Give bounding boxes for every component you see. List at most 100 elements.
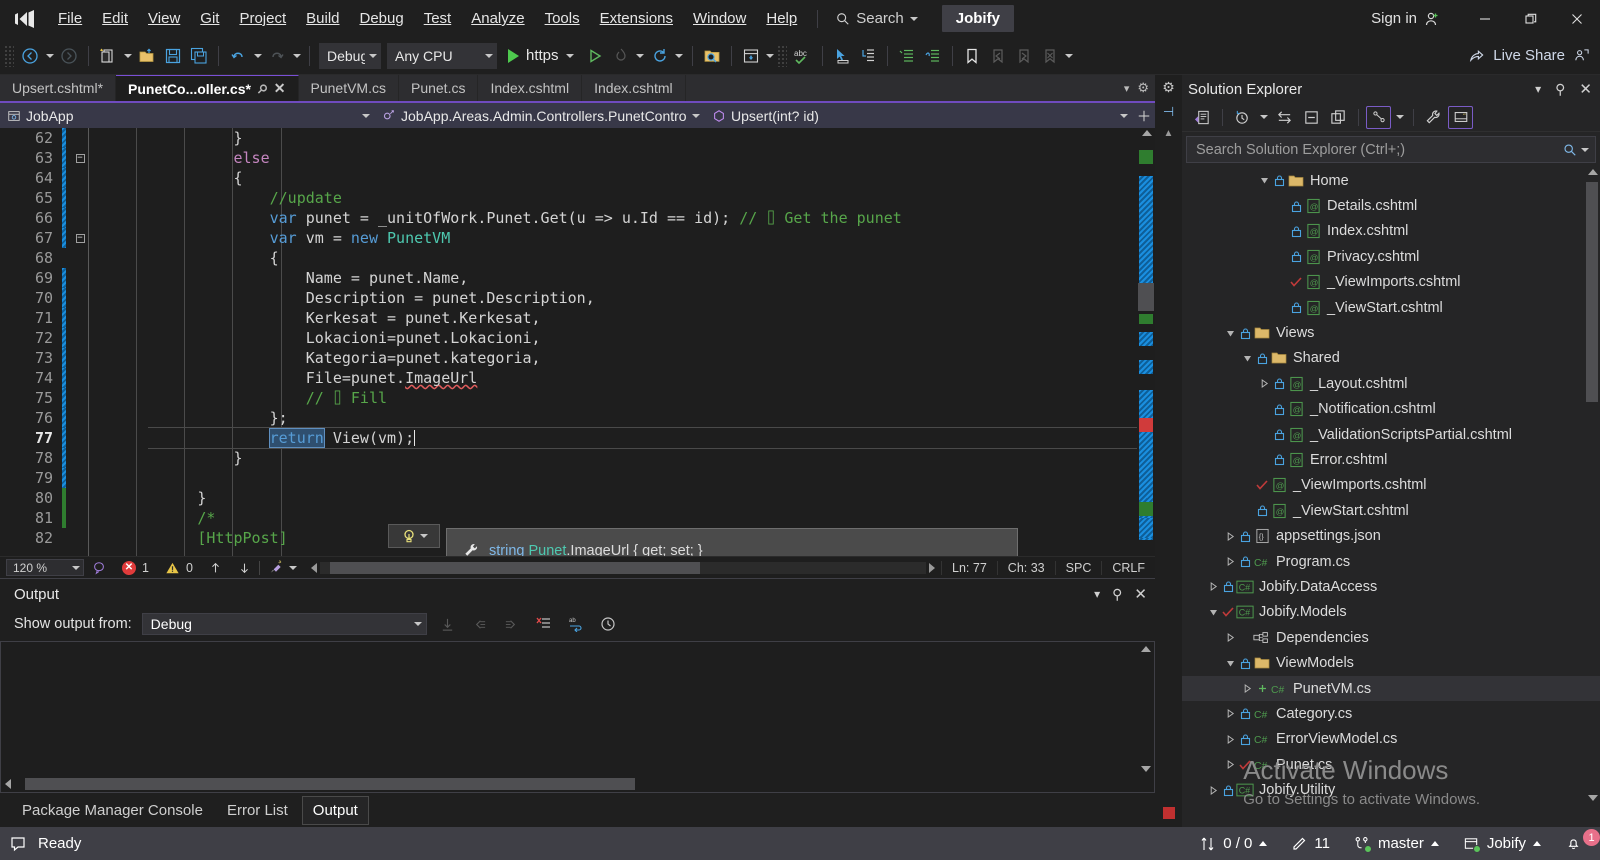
code-line[interactable]: 81 /* bbox=[0, 508, 1137, 528]
tree-item-program-cs[interactable]: C# Program.cs bbox=[1182, 549, 1600, 574]
undo-button[interactable] bbox=[225, 42, 251, 70]
code-line[interactable]: 72 Lokacioni=punet.Lokacioni, bbox=[0, 328, 1137, 348]
chevron-expanded-icon[interactable] bbox=[1205, 608, 1221, 617]
restart-dropdown[interactable] bbox=[673, 42, 686, 70]
solution-name-chip[interactable]: Jobify bbox=[941, 5, 1014, 32]
code-line[interactable]: 74 File=punet.ImageUrl bbox=[0, 368, 1137, 388]
menu-debug[interactable]: Debug bbox=[350, 5, 414, 32]
scroll-left-arrow[interactable] bbox=[310, 562, 317, 573]
go-to-next-message-button[interactable] bbox=[501, 613, 523, 635]
output-window-dropdown-icon[interactable]: ▾ bbox=[1094, 587, 1100, 601]
scroll-up-arrow[interactable] bbox=[1142, 130, 1152, 136]
window-layout-dropdown[interactable] bbox=[764, 42, 777, 70]
tree-item-jobify-models[interactable]: C# Jobify.Models bbox=[1182, 600, 1600, 625]
tree-scroll-thumb[interactable] bbox=[1586, 182, 1598, 402]
toolbar-grip-2[interactable] bbox=[776, 44, 787, 67]
tree-item-shared[interactable]: Shared bbox=[1182, 346, 1600, 371]
notifications-button[interactable]: 1 bbox=[1553, 827, 1600, 860]
fold-toggle[interactable]: − bbox=[71, 233, 89, 243]
tree-item-error-cshtml[interactable]: @ Error.cshtml bbox=[1182, 447, 1600, 472]
menu-git[interactable]: Git bbox=[190, 5, 229, 32]
tree-item-punet-cs[interactable]: C# Punet.cs bbox=[1182, 752, 1600, 777]
tree-item-jobify-dataaccess[interactable]: C# Jobify.DataAccess bbox=[1182, 574, 1600, 599]
output-content-area[interactable] bbox=[0, 641, 1155, 793]
tree-item-notification-cshtml[interactable]: @ _Notification.cshtml bbox=[1182, 397, 1600, 422]
sign-in-button[interactable]: Sign in bbox=[1361, 6, 1450, 31]
solution-explorer-tree[interactable]: Home @ Details.cshtml @ Index.cshtml @ Privacy… bbox=[1182, 166, 1600, 827]
chevron-collapsed-icon[interactable] bbox=[1222, 531, 1238, 541]
eol-indicator[interactable]: CRLF bbox=[1101, 560, 1155, 575]
output-hscroll-thumb[interactable] bbox=[25, 778, 635, 790]
toolbar-overflow[interactable] bbox=[1063, 42, 1076, 70]
tab-punet-cs[interactable]: Punet.cs bbox=[398, 75, 479, 101]
tab-package-manager-console[interactable]: Package Manager Console bbox=[12, 797, 213, 824]
tree-item-punetvm-cs[interactable]: C# PunetVM.cs bbox=[1182, 675, 1600, 702]
code-line[interactable]: 70 Description = punet.Description, bbox=[0, 288, 1137, 308]
properties-button[interactable] bbox=[1421, 106, 1446, 129]
start-debugging-button[interactable]: https bbox=[500, 42, 582, 70]
solution-explorer-pin-icon[interactable]: ⚲ bbox=[1555, 81, 1565, 98]
menu-build[interactable]: Build bbox=[296, 5, 349, 32]
intellisense-indicator[interactable] bbox=[84, 561, 114, 575]
find-in-files-button[interactable] bbox=[699, 42, 725, 70]
tab-punetcontroller-cs[interactable]: PunetCo...oller.cs* ⚲ ✕ bbox=[116, 75, 299, 101]
solution-explorer-search[interactable]: Search Solution Explorer (Ctrl+;) bbox=[1186, 136, 1596, 163]
indent-button[interactable] bbox=[855, 42, 881, 70]
hot-reload-dropdown[interactable] bbox=[634, 42, 647, 70]
menu-analyze[interactable]: Analyze bbox=[461, 5, 534, 32]
tree-item-appsettings-json[interactable]: {} appsettings.json bbox=[1182, 523, 1600, 548]
chevron-collapsed-icon[interactable] bbox=[1205, 582, 1221, 592]
show-timestamps-button[interactable] bbox=[597, 613, 619, 635]
close-button[interactable] bbox=[1554, 0, 1600, 37]
menu-edit[interactable]: Edit bbox=[92, 5, 138, 32]
hot-reload-button[interactable] bbox=[608, 42, 634, 70]
uncomment-selection-button[interactable] bbox=[920, 42, 946, 70]
tree-item-viewimports-cshtml[interactable]: @ _ViewImports.cshtml bbox=[1182, 270, 1600, 295]
pending-changes-button[interactable] bbox=[1230, 106, 1255, 129]
chevron-down-icon[interactable] bbox=[419, 534, 428, 538]
chevron-expanded-icon[interactable] bbox=[1222, 659, 1238, 668]
tree-item-privacy-cshtml[interactable]: @ Privacy.cshtml bbox=[1182, 244, 1600, 269]
warning-count-indicator[interactable]: 0 bbox=[157, 561, 201, 575]
menu-view[interactable]: View bbox=[138, 5, 190, 32]
clear-all-button[interactable] bbox=[533, 613, 555, 635]
next-issue-button[interactable] bbox=[230, 561, 259, 575]
menu-extensions[interactable]: Extensions bbox=[590, 5, 683, 32]
tree-item-viewimports-cshtml[interactable]: @ _ViewImports.cshtml bbox=[1182, 473, 1600, 498]
open-file-button[interactable] bbox=[134, 42, 160, 70]
tree-item-category-cs[interactable]: C# Category.cs bbox=[1182, 701, 1600, 726]
go-to-previous-message-button[interactable] bbox=[469, 613, 491, 635]
chevron-expanded-icon[interactable] bbox=[1256, 176, 1272, 185]
fold-toggle[interactable]: − bbox=[71, 153, 89, 163]
pending-changes-dropdown[interactable] bbox=[1257, 103, 1270, 131]
toggle-bookmark-button[interactable] bbox=[959, 42, 985, 70]
solution-configuration-combo[interactable]: Debug bbox=[319, 42, 381, 69]
previous-bookmark-button[interactable] bbox=[985, 42, 1011, 70]
pin-icon[interactable]: ⚲ bbox=[254, 80, 270, 96]
undo-dropdown[interactable] bbox=[251, 42, 264, 70]
maximize-restore-button[interactable] bbox=[1508, 0, 1554, 37]
branch-selector[interactable]: master bbox=[1342, 827, 1451, 860]
tree-item-index-cshtml[interactable]: @ Index.cshtml bbox=[1182, 219, 1600, 244]
tree-item-viewstart-cshtml[interactable]: @ _ViewStart.cshtml bbox=[1182, 498, 1600, 523]
code-line[interactable]: 64 { bbox=[0, 168, 1137, 188]
side-split-icon[interactable]: ⊣ bbox=[1163, 104, 1174, 120]
tree-item-viewstart-cshtml[interactable]: @ _ViewStart.cshtml bbox=[1182, 295, 1600, 320]
chevron-collapsed-icon[interactable] bbox=[1222, 734, 1238, 744]
code-line[interactable]: 78 } bbox=[0, 448, 1137, 468]
next-bookmark-button[interactable] bbox=[1011, 42, 1037, 70]
navbar-project-selector[interactable]: JobApp bbox=[0, 102, 375, 129]
new-item-dropdown[interactable] bbox=[121, 42, 134, 70]
tab-index-cshtml-1[interactable]: Index.cshtml bbox=[478, 75, 583, 101]
solution-platform-combo[interactable]: Any CPU bbox=[387, 42, 497, 69]
editor-horizontal-scrollbar[interactable] bbox=[310, 560, 936, 575]
navigate-back-button[interactable] bbox=[17, 42, 43, 70]
output-source-combo[interactable]: Debug bbox=[141, 613, 427, 635]
output-scroll-up-arrow[interactable] bbox=[1141, 646, 1151, 652]
toggle-word-wrap-button[interactable]: ab bbox=[565, 613, 587, 635]
line-indicator[interactable]: Ln: 77 bbox=[941, 560, 997, 575]
menu-test[interactable]: Test bbox=[414, 5, 462, 32]
code-line[interactable]: 80 } bbox=[0, 488, 1137, 508]
minimize-button[interactable] bbox=[1462, 0, 1508, 37]
find-message-button[interactable] bbox=[437, 613, 459, 635]
